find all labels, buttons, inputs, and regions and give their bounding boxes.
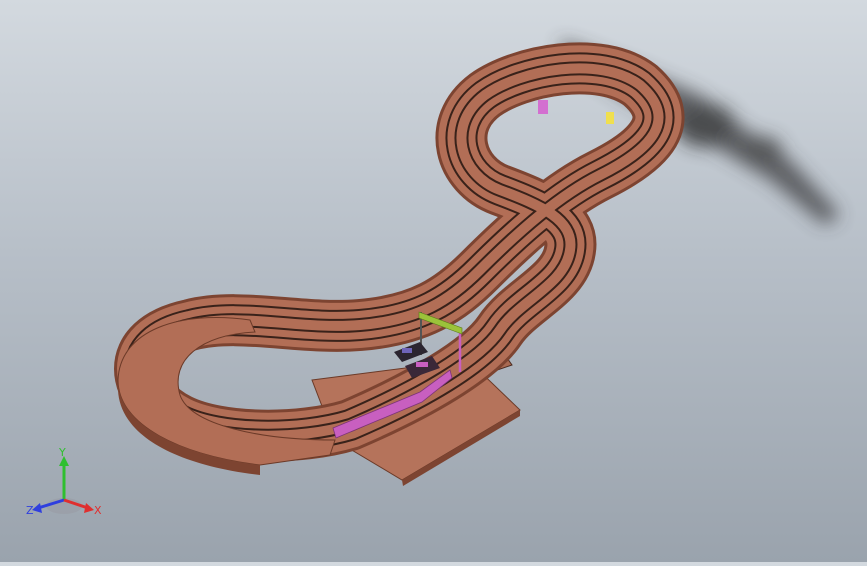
slot-car-track-model[interactable] bbox=[0, 0, 867, 562]
coordinate-triad[interactable]: Y Z X bbox=[22, 446, 112, 528]
x-axis-label: X bbox=[94, 504, 102, 517]
z-axis-label: Z bbox=[26, 504, 34, 517]
support-yellow bbox=[606, 112, 614, 124]
coordinate-triad-icon: Y Z X bbox=[26, 446, 102, 517]
y-axis-label: Y bbox=[58, 448, 66, 459]
support-pink bbox=[538, 100, 548, 114]
model-viewport[interactable]: Y Z X bbox=[0, 0, 867, 562]
track[interactable] bbox=[114, 42, 685, 462]
